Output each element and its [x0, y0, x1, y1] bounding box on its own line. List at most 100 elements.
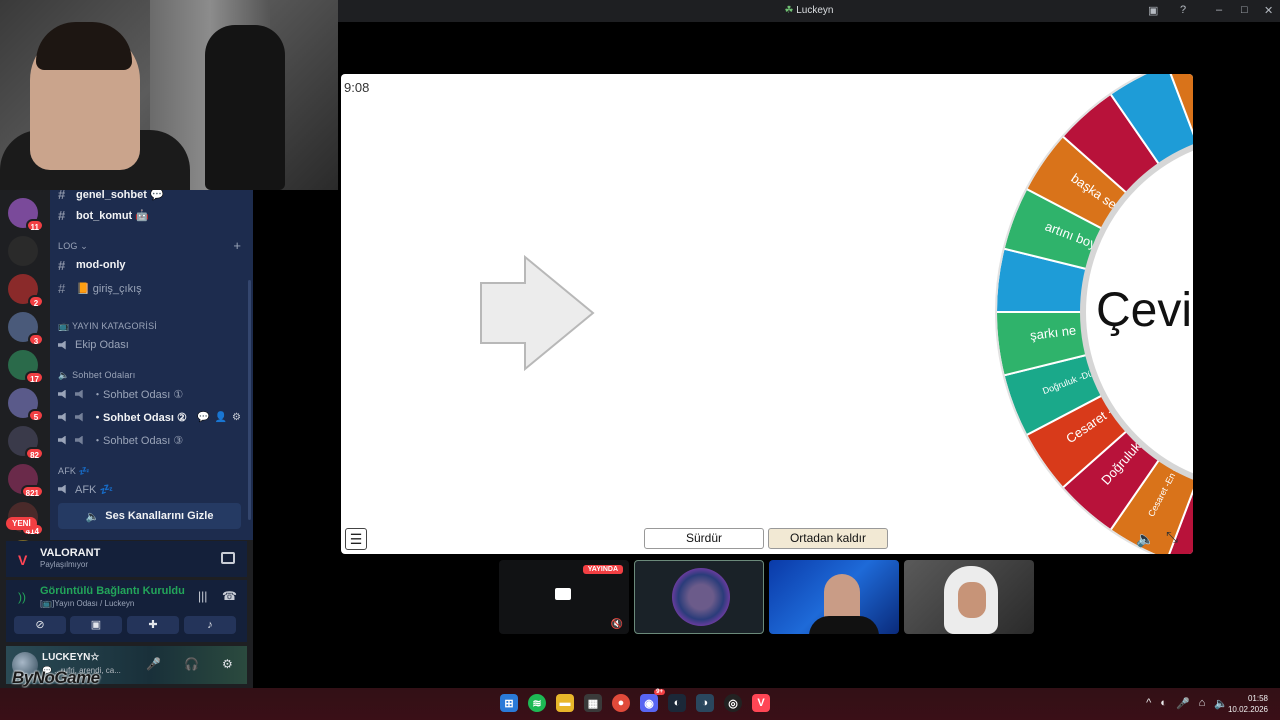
- voice-connection-panel: )) Görüntülü Bağlantı Kuruldu [📺]Yayın O…: [6, 580, 247, 642]
- maximize-button[interactable]: □: [1241, 4, 1248, 16]
- folder-icon[interactable]: ▬: [556, 694, 574, 712]
- microphone-icon[interactable]: 🎤: [146, 657, 161, 671]
- noise-suppression-icon[interactable]: |||: [198, 589, 207, 603]
- thumbnail-participant-2[interactable]: [769, 560, 899, 634]
- server-icon[interactable]: 3: [8, 312, 44, 346]
- server-icon[interactable]: 17: [8, 350, 44, 384]
- inbox-icon[interactable]: ▣: [1148, 4, 1158, 17]
- exit-fullscreen-icon[interactable]: ⤡: [1166, 529, 1178, 546]
- steam-alt-icon[interactable]: ◑: [696, 694, 714, 712]
- voice-channel-sohbet-2[interactable]: ・Sohbet Odası ②: [58, 408, 187, 426]
- unread-badge: 11: [25, 219, 44, 232]
- invite-icon[interactable]: 👤: [215, 412, 227, 423]
- new-servers-pill[interactable]: YENİ: [6, 517, 37, 530]
- taskbar: ⊞ ≋ ▬ ▦ ● ◉ 9+ ◐ ◑ ◎ V ^ ◐ 🎤 ⌂ 🔈 01:58 10…: [0, 688, 1280, 720]
- unread-badge: 82: [25, 447, 44, 460]
- screen-share-button[interactable]: ▣: [70, 616, 122, 634]
- unread-badge: 3: [28, 333, 44, 346]
- notification-badge: 9+: [654, 689, 665, 695]
- voice-channel-ekip-odasi[interactable]: Ekip Odası: [58, 336, 129, 354]
- thumbnail-screen-share[interactable]: YAYINDA 🔇: [499, 560, 629, 634]
- windows-icon[interactable]: ⊞: [500, 694, 518, 712]
- hide-voice-channels-button[interactable]: 🔈 Ses Kanallarını Gizle: [58, 503, 241, 529]
- thumbnail-participant-1[interactable]: [634, 560, 764, 634]
- signal-icon[interactable]: )): [18, 590, 26, 604]
- channel-giris-cikis[interactable]: # 📙 giriş_çıkış: [58, 279, 142, 297]
- soundboard-button[interactable]: ♪: [184, 616, 236, 634]
- activities-icon: ✚: [148, 619, 158, 631]
- voice-channel-sohbet-3[interactable]: ・Sohbet Odası ③: [58, 431, 183, 449]
- speaker-icon: [58, 389, 66, 399]
- steam-icon[interactable]: ◐: [668, 694, 686, 712]
- taskbar-apps: ⊞ ≋ ▬ ▦ ● ◉ 9+ ◐ ◑ ◎ V: [500, 689, 770, 712]
- settings-icon[interactable]: ⚙: [232, 412, 241, 423]
- store-icon[interactable]: ▦: [584, 694, 602, 712]
- thumbnail-participant-3[interactable]: [904, 560, 1034, 634]
- chat-icon[interactable]: 💬: [197, 412, 209, 423]
- speaker-icon: [75, 412, 83, 422]
- soundboard-icon: ♪: [207, 619, 213, 631]
- speaker-icon: [75, 389, 83, 399]
- voice-channel-afk[interactable]: AFK 💤: [58, 480, 113, 498]
- speaker-icon: [58, 484, 66, 494]
- steam-tray-icon[interactable]: ◐: [1160, 697, 1167, 710]
- help-icon[interactable]: ?: [1180, 4, 1186, 16]
- valorant-icon[interactable]: V: [752, 694, 770, 712]
- stream-view[interactable]: 9:08 kimDoğruluk - Kuzenlerinden nefret …: [341, 74, 1193, 554]
- hash-icon: #: [58, 207, 66, 223]
- discord-icon[interactable]: ◉ 9+: [640, 689, 665, 712]
- disconnect-icon[interactable]: ☎: [222, 589, 237, 603]
- speaker-icon: [58, 435, 66, 445]
- voice-status-title[interactable]: Görüntülü Bağlantı Kuruldu: [40, 585, 185, 597]
- server-icon[interactable]: 5: [8, 388, 44, 422]
- screen-share-icon: ▣: [90, 619, 102, 631]
- network-icon[interactable]: ⌂: [1199, 697, 1206, 710]
- server-icon[interactable]: 11: [8, 198, 44, 232]
- user-settings-icon[interactable]: ⚙: [222, 657, 233, 671]
- remove-button[interactable]: Ortadan kaldır: [768, 528, 888, 549]
- activity-panel: V VALORANT Paylaşılmıyor: [6, 541, 247, 577]
- chevron-up-icon[interactable]: ^: [1146, 697, 1151, 710]
- server-icon[interactable]: 82: [8, 426, 44, 460]
- clock-time: 01:58: [1247, 694, 1268, 703]
- add-channel-icon[interactable]: +: [233, 238, 241, 253]
- spin-wheel[interactable]: kimDoğruluk - Kuzenlerinden nefret ettiğ…: [341, 74, 1193, 554]
- screen: 11 2 3 17 5 82 821 414 YENİ # genel_sohbet 💬 # bo…: [0, 0, 1280, 720]
- spin-label[interactable]: Çevir: [1096, 284, 1193, 337]
- username[interactable]: LUCKEYN☆: [42, 652, 99, 663]
- monitor-icon: [555, 588, 571, 600]
- close-button[interactable]: ✕: [1264, 4, 1273, 17]
- webcam-person-hair: [36, 22, 132, 70]
- scrollbar[interactable]: [248, 280, 251, 520]
- server-icon[interactable]: 2: [8, 274, 44, 308]
- category-log[interactable]: LOG ⌄: [58, 241, 88, 252]
- microphone-icon[interactable]: 🎤: [1176, 697, 1190, 710]
- webcam-person-shirt: [809, 616, 879, 634]
- volume-icon[interactable]: 🔈: [1136, 530, 1155, 548]
- voice-channel-sohbet-1[interactable]: ・Sohbet Odası ①: [58, 385, 183, 403]
- category-sohbet[interactable]: 🔈 Sohbet Odaları: [58, 370, 135, 381]
- resume-button[interactable]: Sürdür: [644, 528, 764, 549]
- chrome-icon[interactable]: ●: [612, 694, 630, 712]
- obs-icon[interactable]: ◎: [724, 694, 742, 712]
- server-icon[interactable]: 821: [8, 464, 44, 498]
- volume-icon[interactable]: 🔈: [1214, 697, 1228, 710]
- channel-bot-komut[interactable]: # bot_komut 🤖: [58, 206, 149, 224]
- camera-button[interactable]: ⊘: [14, 616, 66, 634]
- speaker-icon: [58, 412, 66, 422]
- minimize-button[interactable]: –: [1216, 4, 1222, 16]
- activities-button[interactable]: ✚: [127, 616, 179, 634]
- category-afk[interactable]: AFK 💤: [58, 466, 90, 477]
- headphones-icon[interactable]: 🎧: [184, 657, 199, 671]
- share-activity-icon[interactable]: [221, 552, 235, 564]
- muted-icon[interactable]: 🔇: [611, 619, 623, 630]
- menu-icon[interactable]: ☰: [345, 528, 367, 550]
- camera-off-icon: ⊘: [35, 619, 45, 631]
- speaker-icon: [75, 435, 83, 445]
- server-icon[interactable]: [8, 236, 38, 266]
- channel-mod-only[interactable]: # mod-only: [58, 256, 126, 274]
- app-logo-icon: ☘: [784, 5, 794, 16]
- clock[interactable]: 01:58 10.02.2026: [1228, 693, 1268, 715]
- spotify-icon[interactable]: ≋: [528, 694, 546, 712]
- category-yayin[interactable]: 📺 YAYIN KATAGORİSİ: [58, 321, 157, 332]
